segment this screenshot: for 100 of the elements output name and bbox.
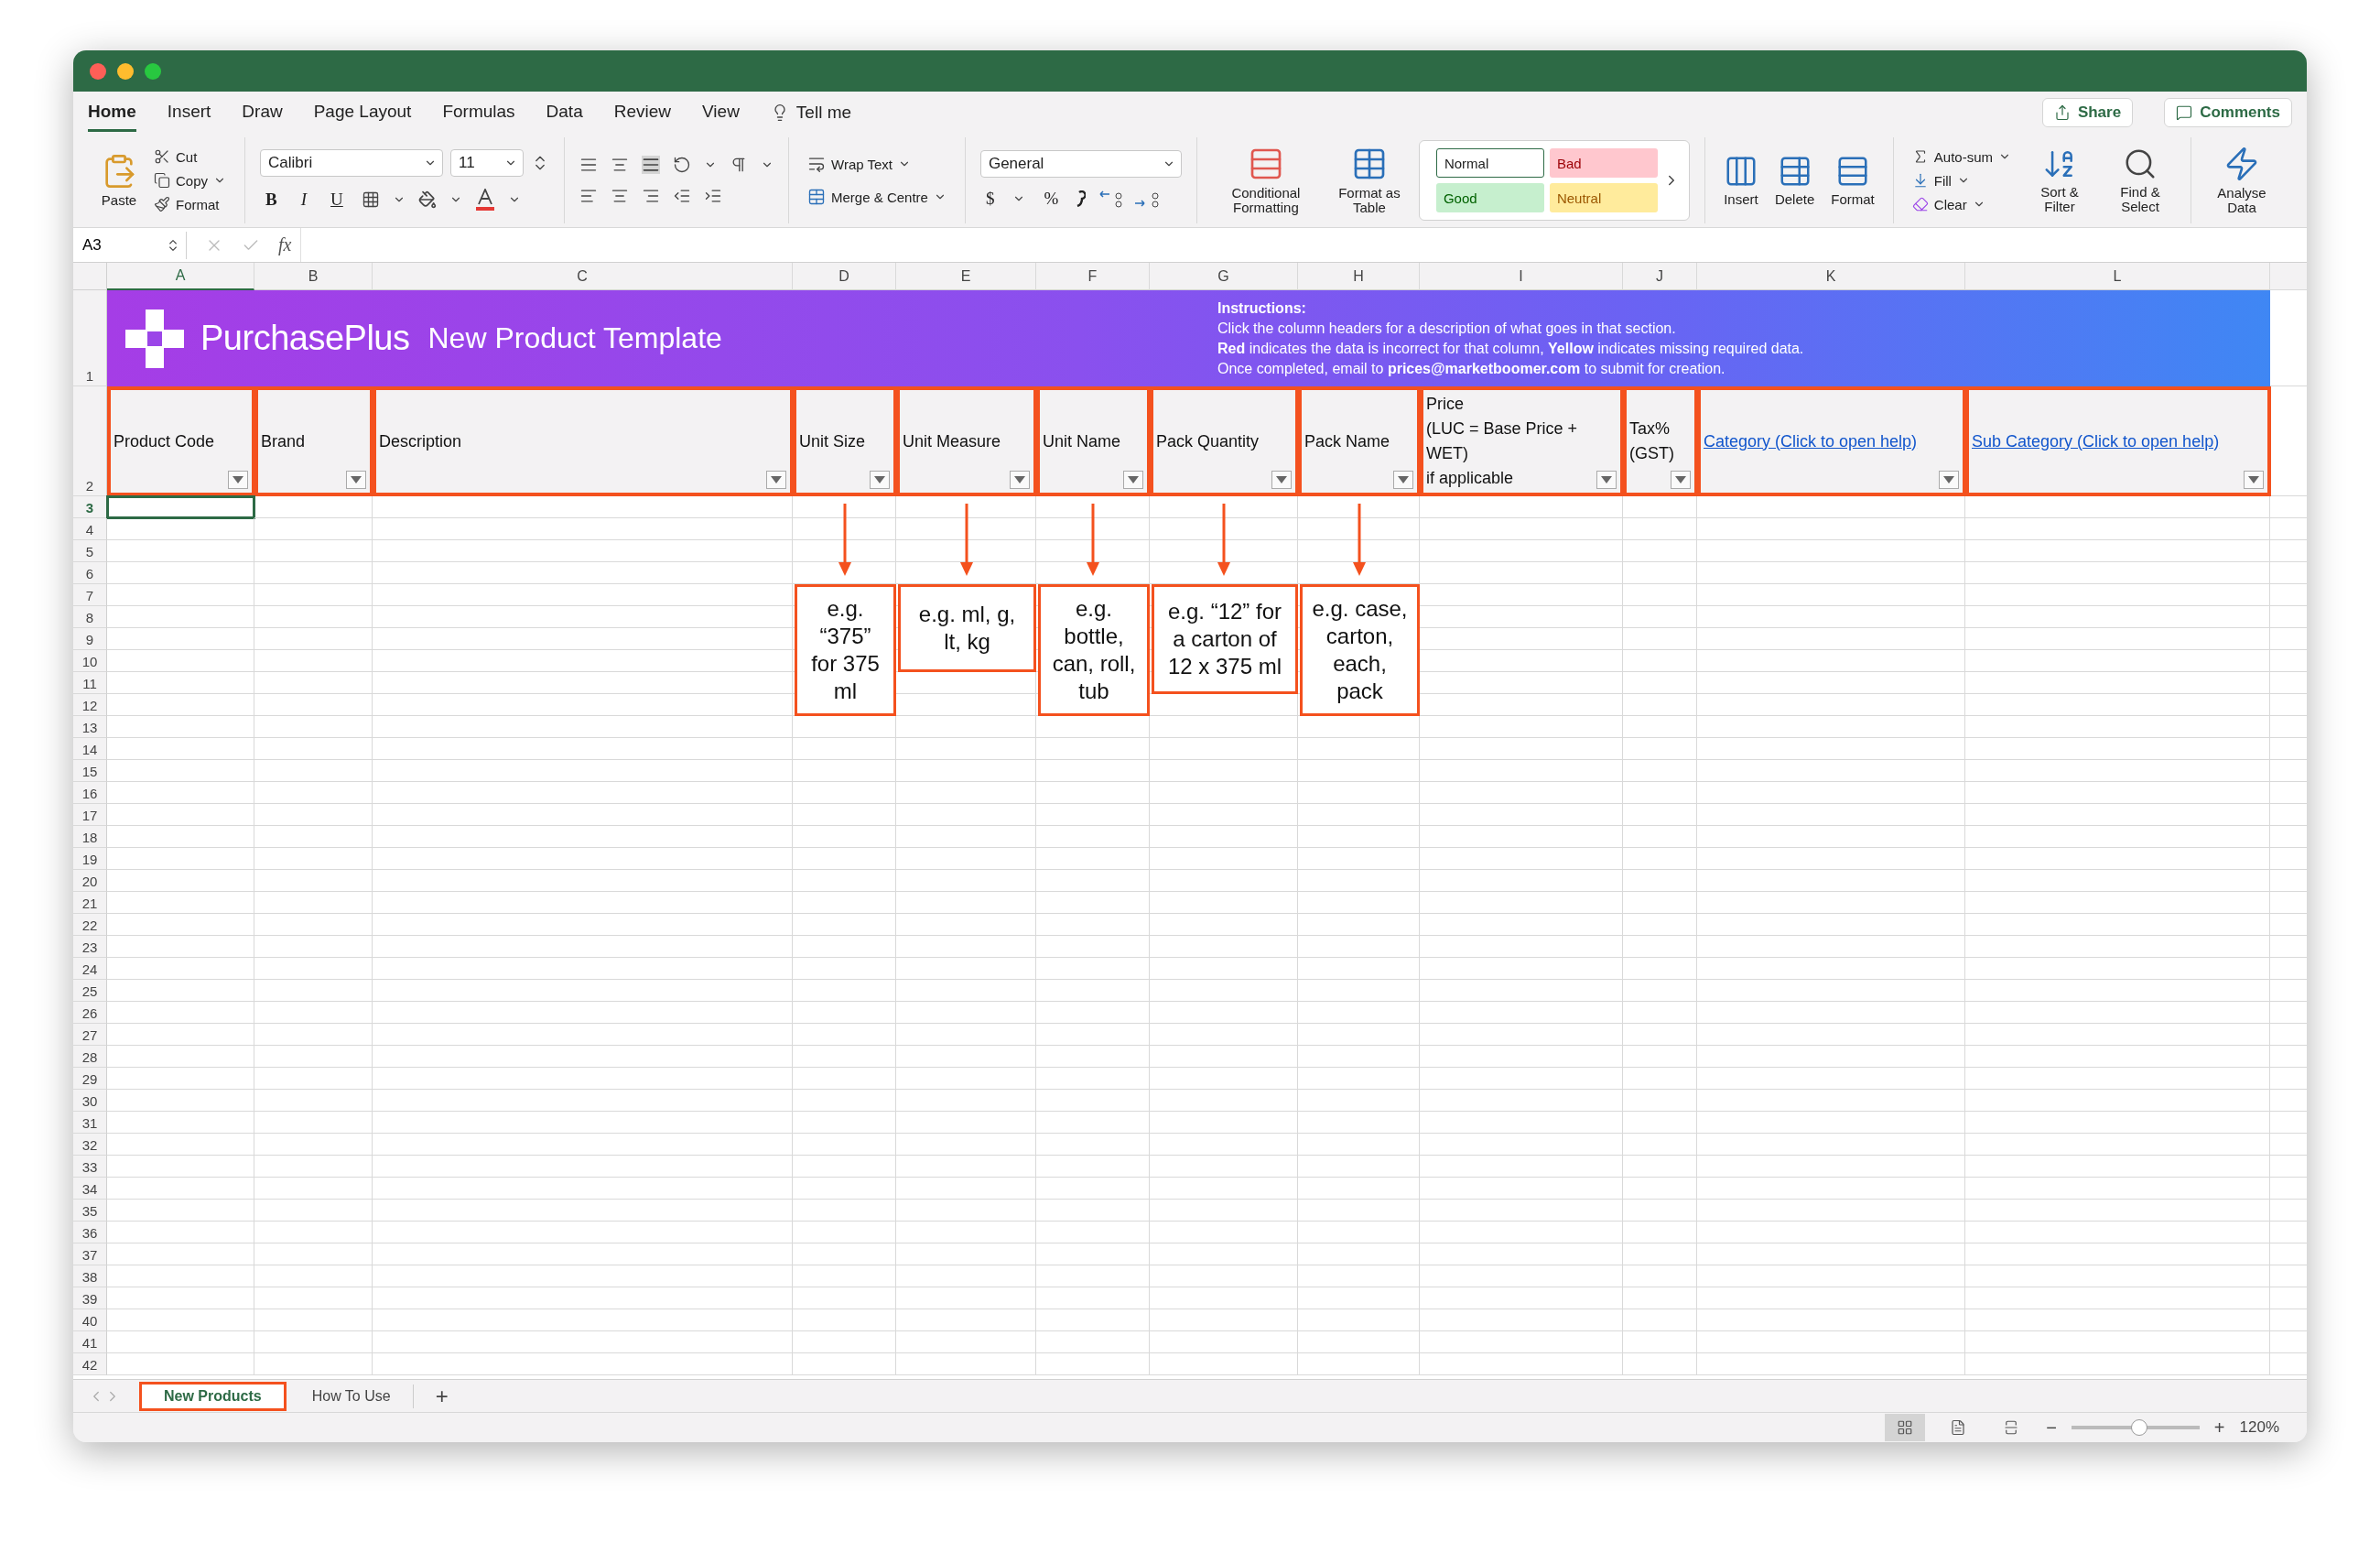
sort-filter-button[interactable]: Sort & Filter bbox=[2024, 144, 2095, 217]
ribbon-tab[interactable]: Review bbox=[613, 93, 671, 132]
column-header[interactable]: A bbox=[107, 263, 254, 290]
column-title-cell[interactable]: Price (LUC = Base Price + WET) if applicable bbox=[1420, 386, 1624, 496]
zoom-button[interactable] bbox=[145, 62, 161, 80]
zoom-out-button[interactable]: − bbox=[2044, 1417, 2059, 1439]
comments-button[interactable]: Comments bbox=[2164, 98, 2292, 127]
column-header[interactable]: H bbox=[1298, 263, 1420, 290]
font-name-dropdown[interactable]: Calibri bbox=[260, 149, 444, 177]
function-label[interactable]: fx bbox=[278, 234, 292, 255]
filter-button[interactable] bbox=[1939, 471, 1959, 489]
add-sheet-button[interactable]: + bbox=[416, 1383, 467, 1409]
filter-button[interactable] bbox=[1393, 471, 1413, 489]
ribbon-tab[interactable]: Page Layout bbox=[313, 93, 412, 132]
column-header[interactable]: K bbox=[1697, 263, 1965, 290]
ribbon-tab[interactable]: Insert bbox=[167, 93, 211, 132]
underline-button[interactable]: U bbox=[325, 188, 349, 212]
column-header[interactable]: L bbox=[1965, 263, 2270, 290]
column-title-cell[interactable]: Unit Name bbox=[1036, 386, 1151, 496]
ribbon-tab[interactable]: View bbox=[702, 93, 740, 132]
sheet-tab[interactable]: New Products bbox=[139, 1381, 287, 1411]
dropdown-arrow-icon bbox=[1014, 476, 1025, 483]
row-number: 19 bbox=[73, 848, 107, 870]
cell-style-swatch[interactable]: Neutral bbox=[1549, 183, 1658, 212]
format-as-table-button[interactable]: Format as Table bbox=[1328, 143, 1410, 218]
column-header[interactable]: F bbox=[1036, 263, 1150, 290]
filter-button[interactable] bbox=[2244, 471, 2264, 489]
filter-button[interactable] bbox=[1010, 471, 1030, 489]
column-title-cell[interactable]: Category (Click to open help) bbox=[1697, 386, 1966, 496]
fill-color-icon[interactable] bbox=[417, 190, 437, 209]
tell-me-button[interactable]: Tell me bbox=[770, 103, 852, 123]
column-title-cell[interactable]: Pack Name bbox=[1298, 386, 1421, 496]
italic-button[interactable]: I bbox=[295, 188, 313, 212]
column-header[interactable]: C bbox=[373, 263, 793, 290]
fill-button[interactable]: Fill bbox=[1908, 170, 2015, 190]
cell-style-swatch[interactable]: Bad bbox=[1549, 148, 1658, 178]
cut-button[interactable]: Cut bbox=[150, 147, 231, 167]
filter-button[interactable] bbox=[870, 471, 890, 489]
name-box[interactable]: A3 bbox=[77, 231, 187, 259]
column-title-cell[interactable]: Sub Category (Click to open help) bbox=[1965, 386, 2271, 496]
comma-style-icon[interactable] bbox=[1076, 190, 1087, 207]
help-link[interactable]: Category (Click to open help) bbox=[1704, 429, 1918, 454]
column-title: Brand bbox=[261, 430, 306, 452]
font-color-icon[interactable] bbox=[474, 189, 495, 211]
selected-cell[interactable] bbox=[107, 496, 254, 518]
conditional-formatting-button[interactable]: Conditional Formatting bbox=[1211, 143, 1320, 218]
column-title-cell[interactable]: Product Code bbox=[107, 386, 255, 496]
cell-style-swatch[interactable]: Good bbox=[1435, 183, 1544, 212]
copy-button[interactable]: Copy bbox=[150, 170, 231, 190]
cells-button[interactable]: Delete bbox=[1770, 151, 1819, 210]
cells-button[interactable]: Insert bbox=[1719, 151, 1762, 210]
percent-button[interactable]: % bbox=[1038, 187, 1065, 211]
help-link[interactable]: Sub Category (Click to open help) bbox=[1972, 429, 2220, 454]
cells-button[interactable]: Format bbox=[1827, 151, 1878, 210]
filter-button[interactable] bbox=[228, 471, 248, 489]
filter-button[interactable] bbox=[1596, 471, 1617, 489]
column-title-cell[interactable]: Unit Measure bbox=[896, 386, 1037, 496]
filter-button[interactable] bbox=[1671, 471, 1691, 489]
share-button[interactable]: Share bbox=[2041, 98, 2134, 127]
ribbon-tab[interactable]: Formulas bbox=[442, 93, 515, 132]
zoom-in-button[interactable]: + bbox=[2212, 1417, 2227, 1439]
sheet-tab[interactable]: How To Use bbox=[289, 1384, 414, 1408]
ribbon-tab[interactable]: Home bbox=[88, 93, 136, 132]
filter-button[interactable] bbox=[1271, 471, 1292, 489]
minimize-button[interactable] bbox=[117, 62, 134, 80]
autosum-button[interactable]: Auto-sum bbox=[1908, 147, 2015, 167]
column-header[interactable]: D bbox=[793, 263, 896, 290]
filter-button[interactable] bbox=[766, 471, 786, 489]
bold-button[interactable]: B bbox=[260, 188, 283, 212]
column-title-cell[interactable]: Pack Quantity bbox=[1150, 386, 1299, 496]
merge-centre-button[interactable]: Merge & Centre bbox=[804, 186, 950, 208]
wrap-text-button[interactable]: Wrap Text bbox=[804, 153, 950, 175]
ribbon-tab[interactable]: Draw bbox=[242, 93, 283, 132]
align-bottom-icon[interactable] bbox=[642, 156, 661, 174]
column-title-cell[interactable]: Unit Size bbox=[793, 386, 897, 496]
close-button[interactable] bbox=[90, 62, 106, 80]
column-header[interactable]: J bbox=[1623, 263, 1697, 290]
paste-button[interactable]: Paste bbox=[97, 150, 141, 211]
filter-button[interactable] bbox=[1123, 471, 1143, 489]
format-painter-button[interactable]: Format bbox=[150, 194, 231, 214]
column-header[interactable]: B bbox=[254, 263, 373, 290]
clear-button[interactable]: Clear bbox=[1908, 194, 2015, 214]
column-title-cell[interactable]: Tax% (GST) bbox=[1623, 386, 1698, 496]
view-button[interactable] bbox=[1885, 1414, 1926, 1441]
column-title-cell[interactable]: Brand bbox=[254, 386, 373, 496]
filter-button[interactable] bbox=[346, 471, 366, 489]
column-title-cell[interactable]: Description bbox=[373, 386, 794, 496]
analyse-data-button[interactable]: Analyse Data bbox=[2206, 143, 2277, 218]
column-header[interactable]: I bbox=[1420, 263, 1623, 290]
currency-button[interactable]: $ bbox=[979, 187, 1001, 211]
number-format-dropdown[interactable]: General bbox=[979, 150, 1182, 178]
find-select-button[interactable]: Find & Select bbox=[2104, 144, 2176, 217]
font-size-dropdown[interactable]: 11 bbox=[450, 149, 525, 177]
select-all-corner[interactable] bbox=[73, 263, 107, 290]
ribbon-tab[interactable]: Data bbox=[546, 93, 583, 132]
zoom-slider-thumb[interactable] bbox=[2131, 1419, 2147, 1436]
column-header[interactable]: E bbox=[896, 263, 1036, 290]
column-header[interactable]: G bbox=[1150, 263, 1298, 290]
cell-style-swatch[interactable]: Normal bbox=[1435, 148, 1544, 178]
row-number: 42 bbox=[73, 1353, 107, 1375]
